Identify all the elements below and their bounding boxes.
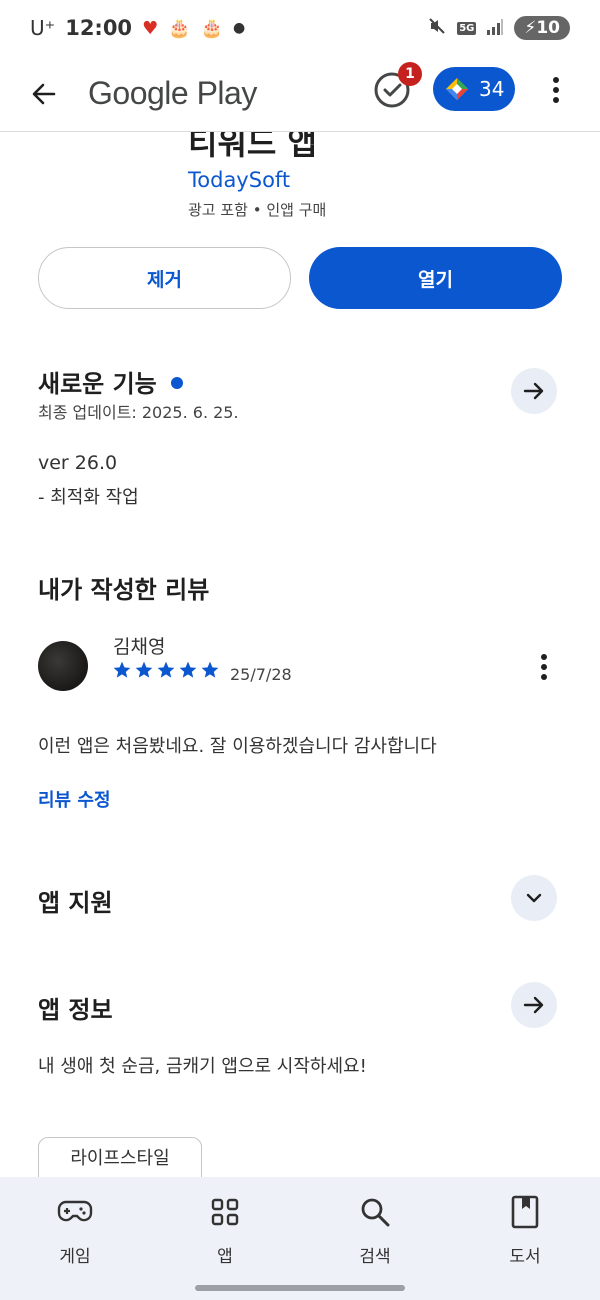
overflow-menu-button[interactable] (540, 70, 572, 110)
nav-apps[interactable]: 앱 (150, 1177, 300, 1300)
cake-notification-icon: 🎂 (200, 17, 224, 39)
last-updated: 최종 업데이트: 2025. 6. 25. (38, 403, 239, 422)
review-date: 25/7/28 (230, 665, 292, 684)
more-vert-icon (553, 77, 559, 103)
apps-grid-icon (205, 1194, 245, 1230)
star-icon (179, 661, 197, 678)
nav-label: 게임 (59, 1247, 91, 1267)
app-support-expand-button[interactable] (511, 875, 557, 921)
nav-label: 검색 (359, 1247, 391, 1267)
nav-label: 도서 (509, 1247, 541, 1267)
nav-games[interactable]: 게임 (0, 1177, 150, 1300)
status-bar: U⁺ 12:00 ♥ 🎂 🎂 ● 5G ⚡10 (0, 0, 600, 56)
open-button[interactable]: 열기 (309, 247, 562, 309)
top-app-bar: Google Play 1 34 (0, 56, 600, 132)
star-icon (135, 661, 153, 678)
search-icon (355, 1194, 395, 1230)
mute-icon (427, 16, 447, 41)
star-rating (112, 660, 220, 680)
my-review-heading: 내가 작성한 리뷰 (38, 576, 210, 604)
app-description: 내 생애 첫 순금, 금캐기 앱으로 시작하세요! (38, 1056, 367, 1077)
star-icon (113, 661, 131, 678)
nav-books[interactable]: 도서 (450, 1177, 600, 1300)
new-indicator-dot (170, 377, 183, 389)
bottom-navigation: 게임 앱 검색 도서 (0, 1177, 600, 1300)
points-value: 34 (479, 77, 505, 101)
uninstall-button[interactable]: 제거 (38, 247, 291, 309)
cake-notification-icon: 🎂 (168, 17, 191, 39)
about-app-heading[interactable]: 앱 정보 (38, 990, 113, 1025)
whats-new-title: 새로운 기능 (38, 370, 157, 398)
notifications-button[interactable]: 1 (370, 62, 422, 112)
more-vert-icon (541, 654, 547, 680)
app-title: 티워드 앱 (188, 132, 317, 158)
nav-label: 앱 (217, 1247, 233, 1267)
signal-icon (486, 16, 504, 40)
arrow-back-icon (32, 83, 56, 104)
battery-level: 10 (536, 18, 560, 38)
arrow-forward-icon (523, 382, 544, 400)
star-icon (201, 661, 219, 678)
battery-indicator: ⚡10 (514, 16, 570, 40)
version-text: ver 26.0 (38, 452, 118, 474)
clock: 12:00 (65, 16, 133, 40)
review-text: 이런 앱은 처음봤네요. 잘 이용하겠습니다 감사합니다 (38, 736, 437, 757)
nav-search[interactable]: 검색 (300, 1177, 450, 1300)
store-title: Google Play (88, 75, 257, 111)
developer-link[interactable]: TodaySoft (188, 168, 290, 192)
app-support-heading[interactable]: 앱 지원 (38, 883, 113, 918)
heart-notification-icon: ♥ (142, 17, 159, 39)
release-notes: - 최적화 작업 (38, 487, 139, 508)
edit-review-link[interactable]: 리뷰 수정 (38, 786, 111, 812)
network-type-label: 5G (457, 21, 477, 35)
carrier-label: U⁺ (30, 16, 56, 40)
avatar (38, 641, 88, 691)
play-points-chip[interactable]: 34 (433, 67, 515, 111)
star-icon (157, 661, 175, 678)
back-button[interactable] (20, 70, 68, 118)
book-icon (505, 1194, 545, 1230)
gesture-home-bar[interactable] (195, 1285, 405, 1291)
chevron-down-icon (526, 893, 542, 903)
arrow-forward-icon (523, 996, 544, 1014)
play-points-icon (446, 78, 468, 100)
more-notifications-dot-icon: ● (233, 20, 246, 36)
review-menu-button[interactable] (530, 650, 558, 684)
whats-new-arrow-button[interactable] (511, 368, 557, 414)
reviewer-name: 김채영 (113, 636, 166, 658)
gamepad-icon (55, 1194, 95, 1230)
about-arrow-button[interactable] (511, 982, 557, 1028)
notification-badge: 1 (398, 62, 422, 86)
whats-new-heading[interactable]: 새로운 기능 (38, 364, 183, 399)
app-meta: 광고 포함 • 인앱 구매 (188, 201, 327, 219)
